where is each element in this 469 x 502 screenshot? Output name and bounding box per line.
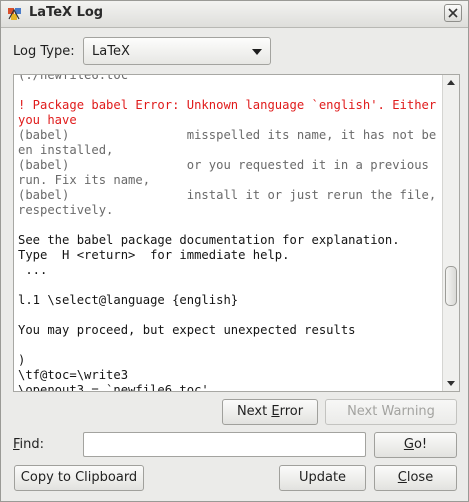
log-type-label: Log Type:	[13, 44, 75, 59]
log-text: (./newfile6.toc ! Package babel Error: Un…	[18, 74, 444, 392]
close-button[interactable]: Close	[374, 465, 457, 491]
log-type-select[interactable]: LaTeX	[83, 37, 271, 65]
next-error-mnemonic: E	[271, 404, 280, 419]
dropdown-arrow-icon	[252, 49, 262, 55]
scroll-up-arrow-icon[interactable]	[447, 80, 455, 85]
log-line: (babel) misspelled its name, it has not …	[18, 128, 437, 157]
log-line: )	[18, 353, 26, 367]
close-label-suffix: lose	[406, 470, 434, 485]
log-line: See the babel package documentation for …	[18, 233, 400, 247]
log-line: You may proceed, but expect unexpected r…	[18, 323, 356, 337]
copy-to-clipboard-label: Copy to Clipboard	[20, 470, 138, 485]
log-line: ! Package babel Error: Unknown language …	[18, 98, 444, 127]
next-error-label-prefix: Next	[236, 404, 272, 419]
update-button[interactable]: Update	[279, 465, 366, 491]
find-label-suffix: ind:	[19, 437, 45, 452]
close-mnemonic: C	[397, 470, 407, 485]
title-bar[interactable]: LaTeX Log	[1, 1, 468, 28]
log-line: \openout3 = `newfile6.toc'.	[18, 383, 217, 392]
latex-log-window: LaTeX Log Log Type: LaTeX (./newfile6.to…	[0, 0, 469, 502]
window-close-button[interactable]	[444, 4, 462, 22]
copy-to-clipboard-button[interactable]: Copy to Clipboard	[14, 465, 144, 491]
log-line: \tf@toc=\write3	[18, 368, 129, 382]
next-error-label-suffix: rror	[279, 404, 304, 419]
update-label: Update	[298, 470, 347, 485]
log-line: (babel) or you requested it in a previou…	[18, 158, 437, 187]
log-view[interactable]: (./newfile6.toc ! Package babel Error: Un…	[13, 74, 460, 392]
window-title: LaTeX Log	[29, 5, 104, 20]
scrollbar-thumb[interactable]	[445, 266, 457, 306]
log-line: ...	[18, 263, 48, 277]
find-input[interactable]	[83, 432, 366, 457]
log-scrollbar[interactable]	[442, 75, 459, 391]
log-type-value: LaTeX	[92, 44, 130, 59]
next-error-button[interactable]: Next Error	[222, 399, 318, 425]
log-line: Type H <return> for immediate help.	[18, 248, 290, 262]
close-icon	[448, 8, 458, 18]
go-label-suffix: o!	[413, 437, 428, 452]
find-label: Find:	[13, 437, 44, 452]
log-line: (./newfile6.toc	[18, 74, 129, 82]
latex-log-icon	[8, 8, 21, 20]
go-mnemonic: G	[403, 437, 414, 452]
next-warning-label: Next Warning	[347, 404, 435, 419]
log-line: (babel) install it or just rerun the fil…	[18, 188, 444, 217]
go-button[interactable]: Go!	[374, 432, 457, 458]
next-warning-button[interactable]: Next Warning	[325, 399, 457, 425]
scroll-down-arrow-icon[interactable]	[447, 381, 455, 386]
log-line: l.1 \select@language {english}	[18, 293, 239, 307]
